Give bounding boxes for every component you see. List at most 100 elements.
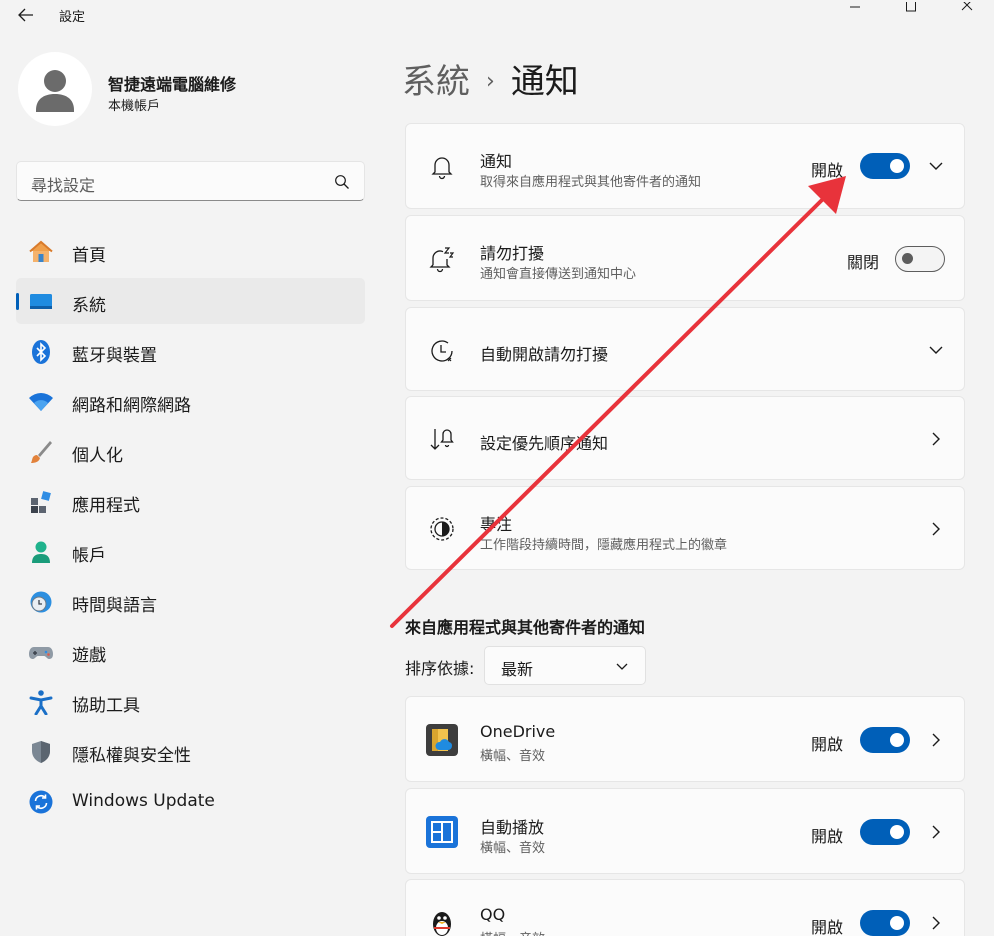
card-title: 設定優先順序通知 xyxy=(480,434,609,453)
dnd-toggle[interactable] xyxy=(895,246,945,272)
card-subtitle: 取得來自應用程式與其他寄件者的通知 xyxy=(480,175,702,190)
priority-setting-card[interactable]: 設定優先順序通知 xyxy=(405,396,965,480)
card-title: 請勿打擾 xyxy=(480,244,545,263)
close-button[interactable] xyxy=(944,0,990,14)
minimize-icon xyxy=(850,6,860,8)
sidebar-item-label: 網路和網際網路 xyxy=(72,396,191,416)
toggle-state-label: 開啟 xyxy=(811,735,844,754)
toggle-state-label: 開啟 xyxy=(811,918,844,936)
minimize-button[interactable] xyxy=(832,0,878,14)
auto-dnd-setting-card[interactable]: 自動開啟請勿打擾 xyxy=(405,307,965,391)
sidebar-item-apps[interactable]: 應用程式 xyxy=(16,478,365,524)
sidebar-item-bluetooth[interactable]: 藍牙與裝置 xyxy=(16,328,365,374)
apps-icon xyxy=(28,489,54,515)
maximize-button[interactable] xyxy=(888,0,934,14)
gamepad-icon xyxy=(28,639,54,665)
toggle-state-label: 開啟 xyxy=(811,161,844,180)
focus-icon xyxy=(428,515,456,543)
sidebar-item-network[interactable]: 網路和網際網路 xyxy=(16,378,365,424)
app-name: QQ xyxy=(480,905,506,924)
sidebar-item-label: 時間與語言 xyxy=(72,596,157,616)
toggle-state-label: 關閉 xyxy=(847,253,880,272)
autoplay-icon xyxy=(426,816,458,848)
wifi-icon xyxy=(28,389,54,415)
chevron-right-icon[interactable] xyxy=(928,824,944,840)
breadcrumb-separator: › xyxy=(486,69,495,94)
chevron-right-icon[interactable] xyxy=(928,732,944,748)
app-title: 設定 xyxy=(59,10,86,25)
chevron-right-icon[interactable] xyxy=(928,915,944,931)
chevron-down-icon[interactable] xyxy=(928,342,944,358)
system-icon xyxy=(28,289,54,315)
search-input[interactable]: 尋找設定 xyxy=(16,161,365,201)
search-placeholder: 尋找設定 xyxy=(31,176,96,195)
close-icon xyxy=(961,2,973,11)
dnd-setting-card[interactable]: 請勿打擾 通知會直接傳送到通知中心 關閉 xyxy=(405,215,965,301)
chevron-down-icon xyxy=(616,663,628,670)
app-detail: 橫幅、音效 xyxy=(480,749,546,764)
maximize-icon xyxy=(906,2,916,12)
sort-label: 排序依據: xyxy=(405,659,475,678)
sidebar-item-label: 系統 xyxy=(72,296,106,316)
clock-icon xyxy=(428,337,456,365)
sidebar-item-windows-update[interactable]: Windows Update xyxy=(16,778,365,824)
notifications-setting-card[interactable]: 通知 取得來自應用程式與其他寄件者的通知 開啟 xyxy=(405,123,965,209)
sidebar-item-label: 應用程式 xyxy=(72,496,140,516)
notifications-toggle[interactable] xyxy=(860,153,910,179)
sidebar-item-accounts[interactable]: 帳戶 xyxy=(16,528,365,574)
account-icon xyxy=(28,539,54,565)
focus-setting-card[interactable]: 專注 工作階段持續時間，隱藏應用程式上的徽章 xyxy=(405,486,965,570)
chevron-right-icon[interactable] xyxy=(928,431,944,447)
page-title: 通知 xyxy=(510,62,579,102)
card-title: 通知 xyxy=(480,152,513,171)
app-row-qq[interactable]: QQ 橫幅、音效 開啟 xyxy=(405,879,965,936)
autoplay-toggle[interactable] xyxy=(860,819,910,845)
app-detail: 橫幅、音效 xyxy=(480,841,546,856)
profile-name: 智捷遠端電腦維修 xyxy=(108,75,237,94)
chevron-down-icon[interactable] xyxy=(928,158,944,174)
sidebar-item-system[interactable]: 系統 xyxy=(16,278,365,324)
toggle-state-label: 開啟 xyxy=(811,827,844,846)
chevron-right-icon[interactable] xyxy=(928,521,944,537)
bell-snooze-icon xyxy=(428,245,456,273)
onedrive-toggle[interactable] xyxy=(860,727,910,753)
onedrive-icon xyxy=(426,724,458,756)
account-type: 本機帳戶 xyxy=(108,99,161,114)
qq-toggle[interactable] xyxy=(860,910,910,936)
sidebar-item-personalization[interactable]: 個人化 xyxy=(16,428,365,474)
active-indicator xyxy=(16,293,19,310)
bluetooth-icon xyxy=(28,339,54,365)
app-row-autoplay[interactable]: 自動播放 橫幅、音效 開啟 xyxy=(405,788,965,874)
search-icon xyxy=(335,175,349,189)
qq-penguin-icon xyxy=(426,907,458,936)
app-row-onedrive[interactable]: OneDrive 橫幅、音效 開啟 xyxy=(405,696,965,782)
back-arrow-icon xyxy=(18,8,33,22)
sidebar-item-accessibility[interactable]: 協助工具 xyxy=(16,678,365,724)
sort-selected-value: 最新 xyxy=(501,660,534,679)
sidebar-item-time-language[interactable]: 時間與語言 xyxy=(16,578,365,624)
time-language-icon xyxy=(28,589,54,615)
sidebar-item-gaming[interactable]: 遊戲 xyxy=(16,628,365,674)
shield-icon xyxy=(28,739,54,765)
update-icon xyxy=(28,789,54,815)
accessibility-icon xyxy=(28,689,54,715)
sidebar-nav: 首頁 系統 藍牙與裝置 網路和網際網路 個人化 應用程式 帳戶 時間與語言 遊戲… xyxy=(16,228,365,828)
card-subtitle: 工作階段持續時間，隱藏應用程式上的徽章 xyxy=(480,538,728,553)
back-button[interactable] xyxy=(12,4,40,26)
card-subtitle: 通知會直接傳送到通知中心 xyxy=(480,267,637,282)
card-title: 專注 xyxy=(480,515,513,534)
app-detail: 橫幅、音效 xyxy=(480,928,545,936)
sidebar-item-home[interactable]: 首頁 xyxy=(16,228,365,274)
bell-icon xyxy=(428,153,456,181)
breadcrumb: 系統 › 通知 xyxy=(402,54,579,103)
sidebar-item-privacy[interactable]: 隱私權與安全性 xyxy=(16,728,365,774)
breadcrumb-parent[interactable]: 系統 xyxy=(402,62,470,102)
app-name: OneDrive xyxy=(480,722,556,741)
sidebar-item-label: 協助工具 xyxy=(72,696,140,716)
priority-icon xyxy=(428,426,456,454)
app-name: 自動播放 xyxy=(480,818,545,837)
sort-dropdown[interactable]: 最新 xyxy=(484,646,646,685)
user-silhouette-icon xyxy=(36,70,74,112)
section-title: 來自應用程式與其他寄件者的通知 xyxy=(405,618,646,637)
sidebar-item-label: 帳戶 xyxy=(72,546,106,566)
